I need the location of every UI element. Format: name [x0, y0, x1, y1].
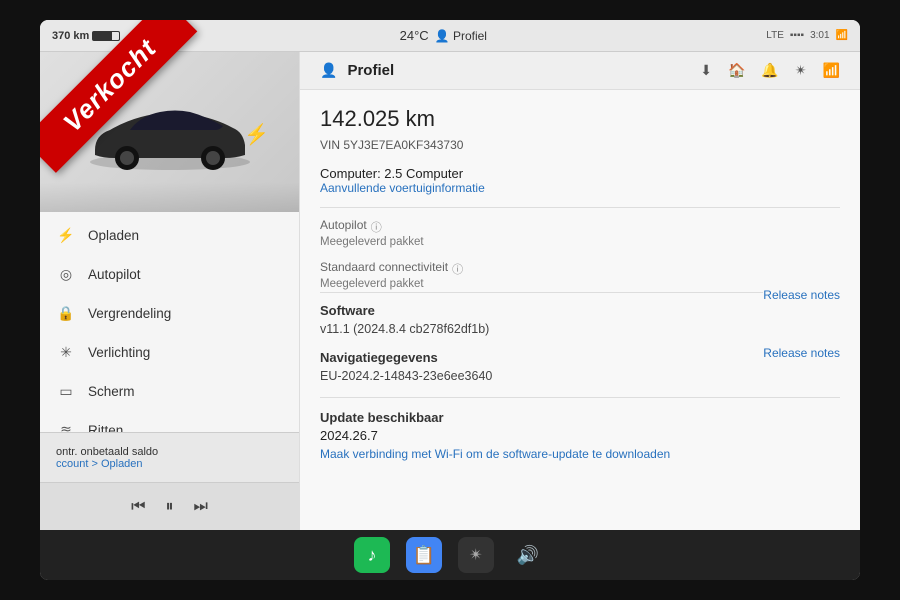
sidebar-item-vergrendeling[interactable]: 🔒 Vergrendeling: [40, 294, 299, 333]
balance-link[interactable]: ccount > Opladen: [56, 458, 158, 470]
download-icon[interactable]: ⬇: [700, 62, 712, 79]
profile-header-icon: 👤: [320, 62, 337, 79]
sidebar-menu: ⚡ Opladen ◎ Autopilot 🔒 Vergrendeling ✳ …: [40, 212, 299, 432]
playback-controls: ⏮ ⏸ ⏭: [40, 482, 299, 530]
screen-frame: 370 km 24°C 👤 Profiel LTE ▪▪▪▪ 3:01 📶: [0, 0, 900, 600]
computer-section: Computer: 2.5 Computer Aanvullende voert…: [320, 166, 840, 195]
charge-icon: ⚡: [244, 122, 269, 147]
wifi-update-link[interactable]: Maak verbinding met Wi-Fi om de software…: [320, 447, 840, 461]
profile-header: 👤 Profiel ⬇ 🏠 🔔 ✴ 📶: [300, 52, 860, 90]
connectivity-section: Standaard connectiviteit ⓘ Meegeleverd p…: [320, 260, 840, 290]
profile-actions: ⬇ 🏠 🔔 ✴ 📶: [700, 62, 840, 79]
connectivity-info-icon: ⓘ: [452, 261, 463, 277]
vergrendeling-icon: 🔒: [56, 305, 76, 322]
car-image-area: ⚡: [40, 52, 299, 212]
sidebar-item-scherm[interactable]: ▭ Scherm: [40, 372, 299, 411]
software-section: Software v11.1 (2024.8.4 cb278f62df1b): [320, 303, 840, 336]
bluetooth-header-icon[interactable]: ✴: [795, 62, 807, 79]
bluetooth-taskbar-icon[interactable]: ✴: [458, 537, 494, 573]
sidebar-item-verlichting[interactable]: ✳ Verlichting: [40, 333, 299, 372]
sidebar-item-autopilot[interactable]: ◎ Autopilot: [40, 255, 299, 294]
autopilot-section: Autopilot ⓘ Meegeleverd pakket: [320, 218, 840, 248]
status-bar: 370 km 24°C 👤 Profiel LTE ▪▪▪▪ 3:01 📶: [40, 20, 860, 52]
status-left: 370 km: [52, 30, 120, 42]
ritten-label: Ritten: [88, 423, 123, 432]
verlichting-icon: ✳: [56, 344, 76, 361]
profile-status[interactable]: 👤 Profiel: [435, 29, 487, 43]
km-display: 142.025 km: [320, 106, 840, 132]
house-icon[interactable]: 🏠: [728, 62, 745, 79]
release-notes-link-1[interactable]: Release notes: [763, 288, 840, 302]
ritten-icon: ≋: [56, 422, 76, 432]
connectivity-note: Meegeleverd pakket: [320, 278, 840, 290]
balance-bar: ontr. onbetaald saldo ccount > Opladen: [40, 432, 299, 482]
nav-data-label: Navigatiegegevens: [320, 350, 492, 365]
autopilot-label: Autopilot: [88, 267, 141, 282]
divider-2: [320, 292, 763, 293]
scherm-icon: ▭: [56, 383, 76, 400]
release-notes-link-2[interactable]: Release notes: [763, 346, 840, 360]
car-silhouette: [75, 90, 265, 175]
tesla-screen: 370 km 24°C 👤 Profiel LTE ▪▪▪▪ 3:01 📶: [40, 20, 860, 580]
divider-3: [320, 397, 840, 398]
spotify-icon[interactable]: ♪: [354, 537, 390, 573]
signal-header-icon: 📶: [823, 62, 840, 79]
network-indicator: LTE: [766, 30, 784, 41]
time-display: 3:01: [810, 30, 829, 41]
computer-value: Computer: 2.5 Computer: [320, 166, 840, 181]
update-section: Update beschikbaar 2024.26.7 Maak verbin…: [320, 410, 840, 461]
update-version: 2024.26.7: [320, 428, 840, 443]
vin-display: VIN 5YJ3E7EA0KF343730: [320, 138, 840, 152]
battery-bar: [92, 31, 120, 41]
left-panel: ⚡ ⚡ Opladen ◎ Autopilot 🔒 Vergrendeling: [40, 52, 300, 530]
prev-button[interactable]: ⏮: [131, 498, 145, 516]
verlichting-label: Verlichting: [88, 345, 150, 360]
taskbar: ♪ 📋 ✴ 🔊: [40, 530, 860, 580]
status-right: LTE ▪▪▪▪ 3:01 📶: [766, 30, 848, 41]
autopilot-icon: ◎: [56, 266, 76, 283]
status-center: 24°C 👤 Profiel: [400, 28, 487, 43]
pause-button[interactable]: ⏸: [165, 498, 173, 516]
connectivity-row: Standaard connectiviteit ⓘ: [320, 260, 840, 277]
vehicle-info-link[interactable]: Aanvullende voertuiginformatie: [320, 181, 840, 195]
bell-icon[interactable]: 🔔: [761, 62, 778, 79]
nav-data-value: EU-2024.2-14843-23e6ee3640: [320, 369, 492, 383]
temperature: 24°C: [400, 28, 429, 43]
connectivity-label: Standaard connectiviteit: [320, 260, 448, 274]
signal-bars: ▪▪▪▪: [790, 30, 804, 41]
scherm-label: Scherm: [88, 384, 135, 399]
volume-icon[interactable]: 🔊: [510, 537, 546, 573]
sidebar-item-opladen[interactable]: ⚡ Opladen: [40, 216, 299, 255]
profile-content: 142.025 km VIN 5YJ3E7EA0KF343730 Compute…: [300, 90, 860, 477]
autopilot-row: Autopilot ⓘ: [320, 218, 840, 235]
autopilot-label: Autopilot: [320, 218, 367, 232]
sidebar-item-ritten[interactable]: ≋ Ritten: [40, 411, 299, 432]
update-label: Update beschikbaar: [320, 410, 840, 425]
docs-icon[interactable]: 📋: [406, 537, 442, 573]
autopilot-note: Meegeleverd pakket: [320, 236, 840, 248]
opladen-label: Opladen: [88, 228, 139, 243]
opladen-icon: ⚡: [56, 227, 76, 244]
software-section-title: Software: [320, 303, 840, 318]
right-panel: 👤 Profiel ⬇ 🏠 🔔 ✴ 📶 142.025 km VIN 5YJ3E…: [300, 52, 860, 530]
autopilot-info-icon: ⓘ: [371, 219, 382, 235]
vergrendeling-label: Vergrendeling: [88, 306, 171, 321]
next-button[interactable]: ⏭: [194, 498, 208, 516]
balance-text: ontr. onbetaald saldo: [56, 446, 158, 458]
main-content: ⚡ ⚡ Opladen ◎ Autopilot 🔒 Vergrendeling: [40, 52, 860, 530]
divider-1: [320, 207, 840, 208]
software-version: v11.1 (2024.8.4 cb278f62df1b): [320, 322, 840, 336]
range-text: 370 km: [52, 30, 89, 42]
battery-indicator: 370 km: [52, 30, 120, 42]
wifi-icon: 📶: [836, 30, 848, 41]
nav-data-section: Navigatiegegevens EU-2024.2-14843-23e6ee…: [320, 350, 840, 383]
profile-title: Profiel: [347, 62, 394, 79]
battery-fill: [93, 32, 111, 40]
